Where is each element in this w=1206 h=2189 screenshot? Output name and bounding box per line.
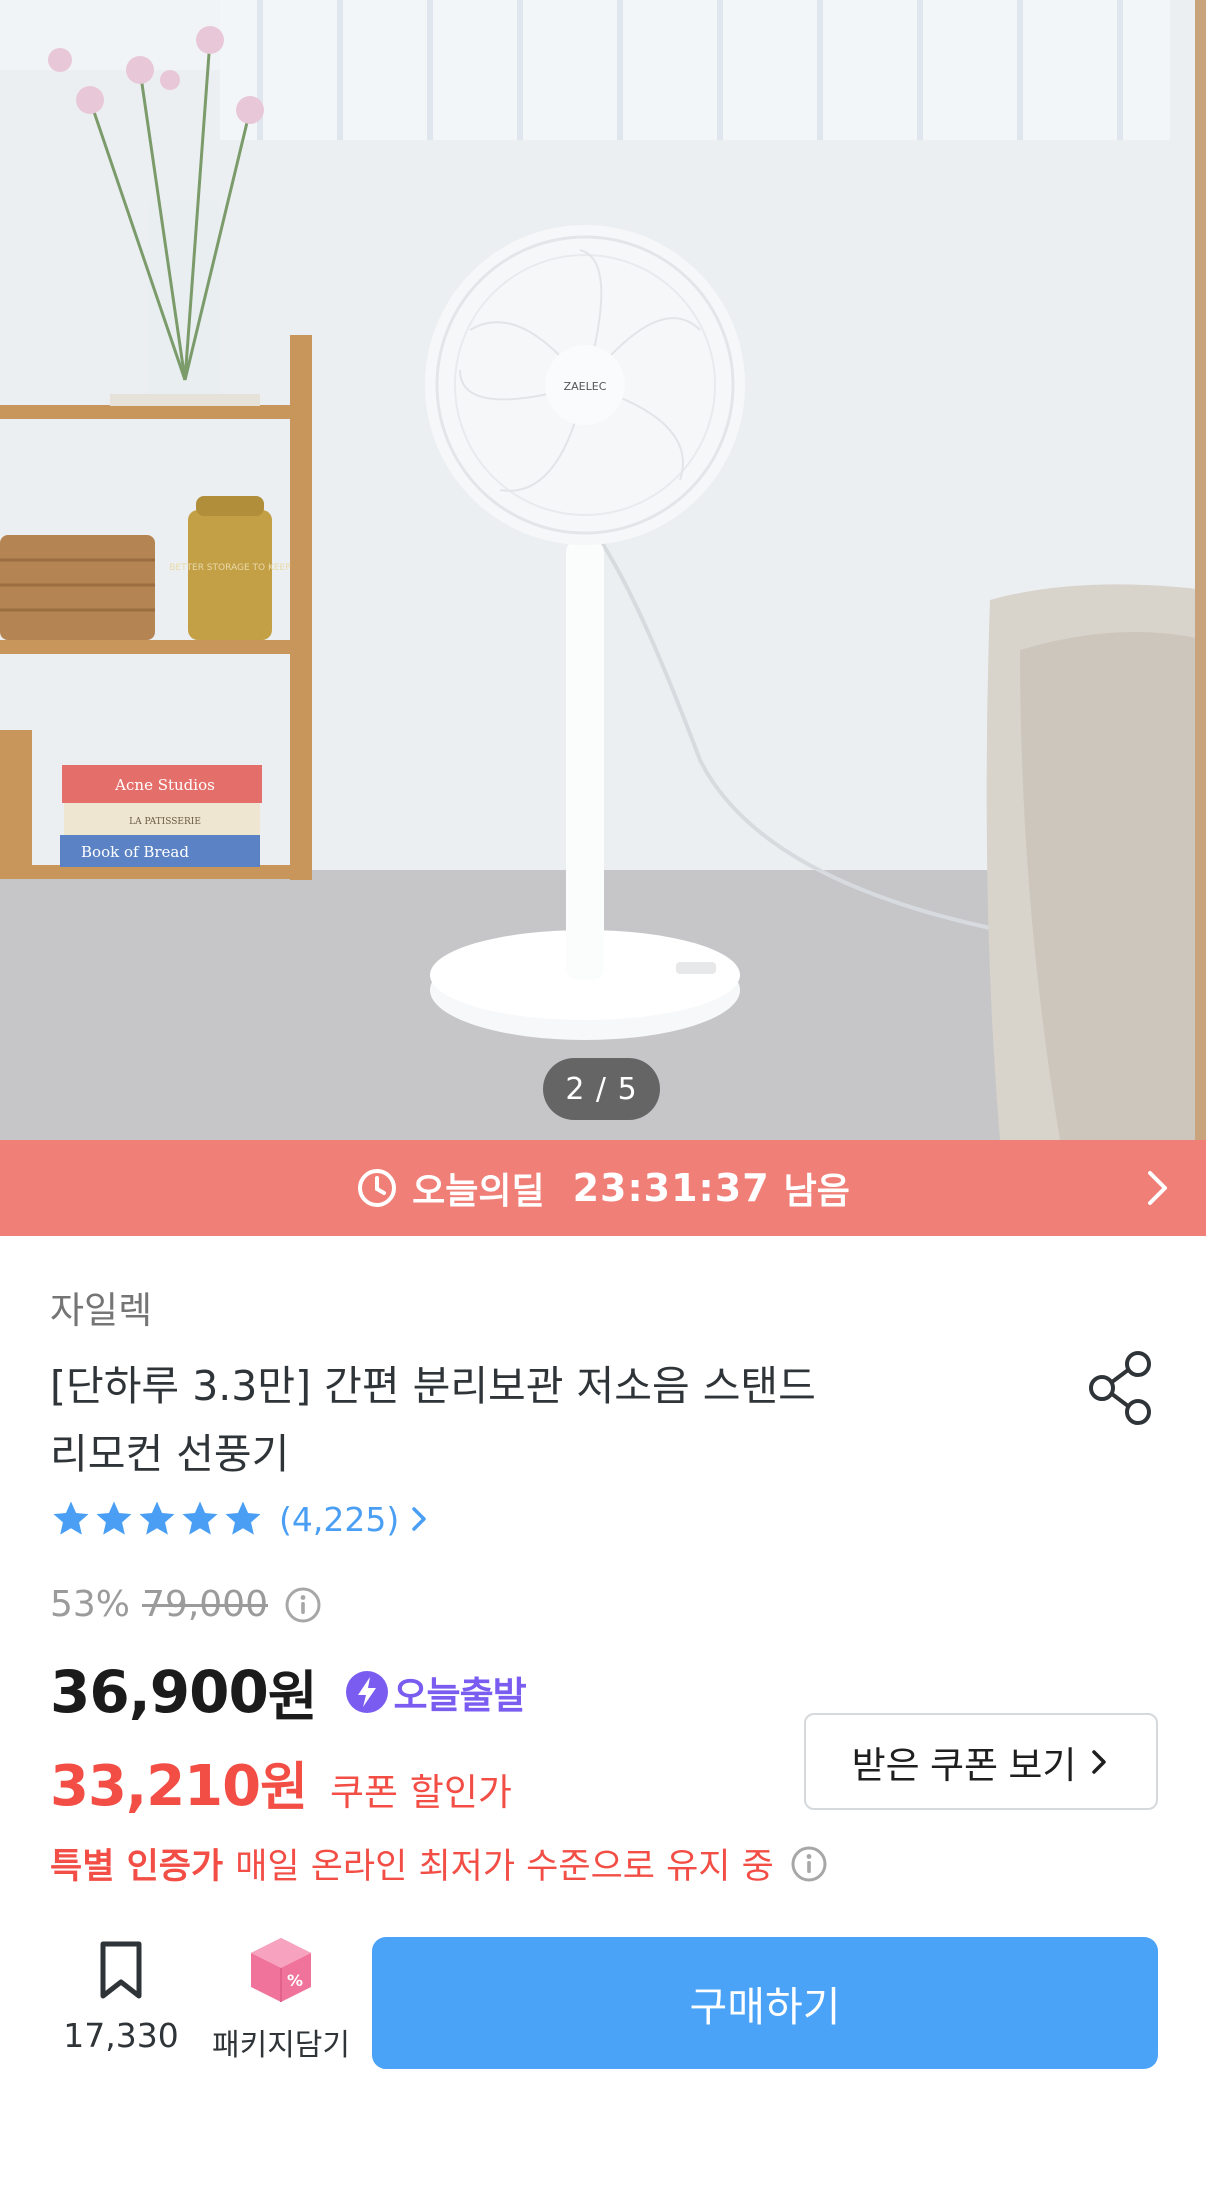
svg-text:%: % bbox=[287, 1971, 303, 1990]
original-price: 79,000 bbox=[142, 1584, 268, 1625]
brand-name[interactable]: 자일렉 bbox=[50, 1280, 152, 1334]
image-counter: 2 / 5 bbox=[543, 1058, 660, 1120]
sale-price-row: 36,900 원 오늘출발 bbox=[50, 1652, 527, 1731]
rating-stars bbox=[50, 1498, 265, 1540]
product-title-line: [단하루 3.3만] 간편 분리보관 저소음 스탠드 bbox=[50, 1362, 816, 1410]
product-title: [단하루 3.3만] 간편 분리보관 저소음 스탠드 리모컨 선풍기 bbox=[50, 1352, 950, 1488]
svg-text:BETTER STORAGE TO KEEP: BETTER STORAGE TO KEEP bbox=[169, 563, 291, 573]
sale-price: 36,900 bbox=[50, 1657, 269, 1726]
bookmark-button[interactable]: 17,330 bbox=[56, 1940, 186, 2068]
special-price-text: 매일 온라인 최저가 수준으로 유지 중 bbox=[235, 1847, 774, 1887]
discount-percent: 53% bbox=[50, 1584, 131, 1625]
deal-label: 오늘의딜 bbox=[412, 1171, 545, 1212]
add-to-package-button[interactable]: % 패키지담기 bbox=[206, 1934, 356, 2068]
svg-text:Acne Studios: Acne Studios bbox=[114, 776, 215, 794]
deal-timer-suffix: 남음 bbox=[783, 1171, 850, 1212]
chevron-right-icon[interactable] bbox=[1136, 1167, 1178, 1209]
svg-text:LA PATISSERIE: LA PATISSERIE bbox=[129, 817, 201, 827]
product-photo: BETTER STORAGE TO KEEP Acne Studios LA P… bbox=[0, 0, 1206, 1140]
special-price-note: 특별 인증가 매일 온라인 최저가 수준으로 유지 중 bbox=[50, 1838, 828, 1889]
add-to-package-label: 패키지담기 bbox=[212, 2028, 350, 2063]
product-image-gallery[interactable]: BETTER STORAGE TO KEEP Acne Studios LA P… bbox=[0, 0, 1206, 1140]
rating-summary[interactable]: (4,225) bbox=[50, 1498, 431, 1540]
package-box-icon: % bbox=[251, 1938, 311, 2002]
view-coupons-label: 받은 쿠폰 보기 bbox=[851, 1744, 1077, 1786]
bolt-icon bbox=[345, 1670, 388, 1713]
info-icon[interactable] bbox=[790, 1845, 828, 1883]
coupon-price-unit: 원 bbox=[260, 1758, 308, 1818]
sale-price-unit: 원 bbox=[267, 1665, 318, 1728]
coupon-price-row: 33,210 원 쿠폰 할인가 bbox=[50, 1745, 512, 1820]
original-price-row: 53% 79,000 bbox=[50, 1584, 322, 1625]
svg-text:Book of Bread: Book of Bread bbox=[81, 843, 189, 861]
star-icon bbox=[53, 1501, 89, 1535]
coupon-price: 33,210 bbox=[50, 1754, 261, 1819]
coupon-price-label: 쿠폰 할인가 bbox=[329, 1771, 512, 1814]
chevron-right-icon bbox=[1092, 1749, 1107, 1774]
star-icon bbox=[96, 1501, 132, 1535]
svg-text:ZAELEC: ZAELEC bbox=[564, 380, 607, 393]
bookmark-count: 17,330 bbox=[63, 2016, 179, 2055]
view-coupons-button[interactable]: 받은 쿠폰 보기 bbox=[804, 1713, 1158, 1810]
product-title-line: 리모컨 선풍기 bbox=[50, 1430, 290, 1478]
special-price-label: 특별 인증가 bbox=[50, 1847, 224, 1887]
bookmark-icon bbox=[100, 1941, 142, 1999]
deal-timer: 23:31:37 bbox=[572, 1166, 770, 1210]
today-deal-banner[interactable]: 오늘의딜 23:31:37 남음 bbox=[0, 1140, 1206, 1236]
star-icon bbox=[139, 1501, 175, 1535]
star-icon bbox=[182, 1501, 218, 1535]
star-icon bbox=[225, 1501, 261, 1535]
clock-icon bbox=[358, 1169, 397, 1207]
buy-button[interactable]: 구매하기 bbox=[372, 1937, 1158, 2069]
info-icon[interactable] bbox=[284, 1586, 322, 1624]
delivery-badge: 오늘출발 bbox=[344, 1665, 527, 1719]
chevron-right-icon bbox=[412, 1507, 426, 1531]
share-icon[interactable] bbox=[1086, 1350, 1158, 1426]
delivery-badge-label: 오늘출발 bbox=[393, 1673, 527, 1717]
review-count[interactable]: (4,225) bbox=[279, 1500, 399, 1539]
